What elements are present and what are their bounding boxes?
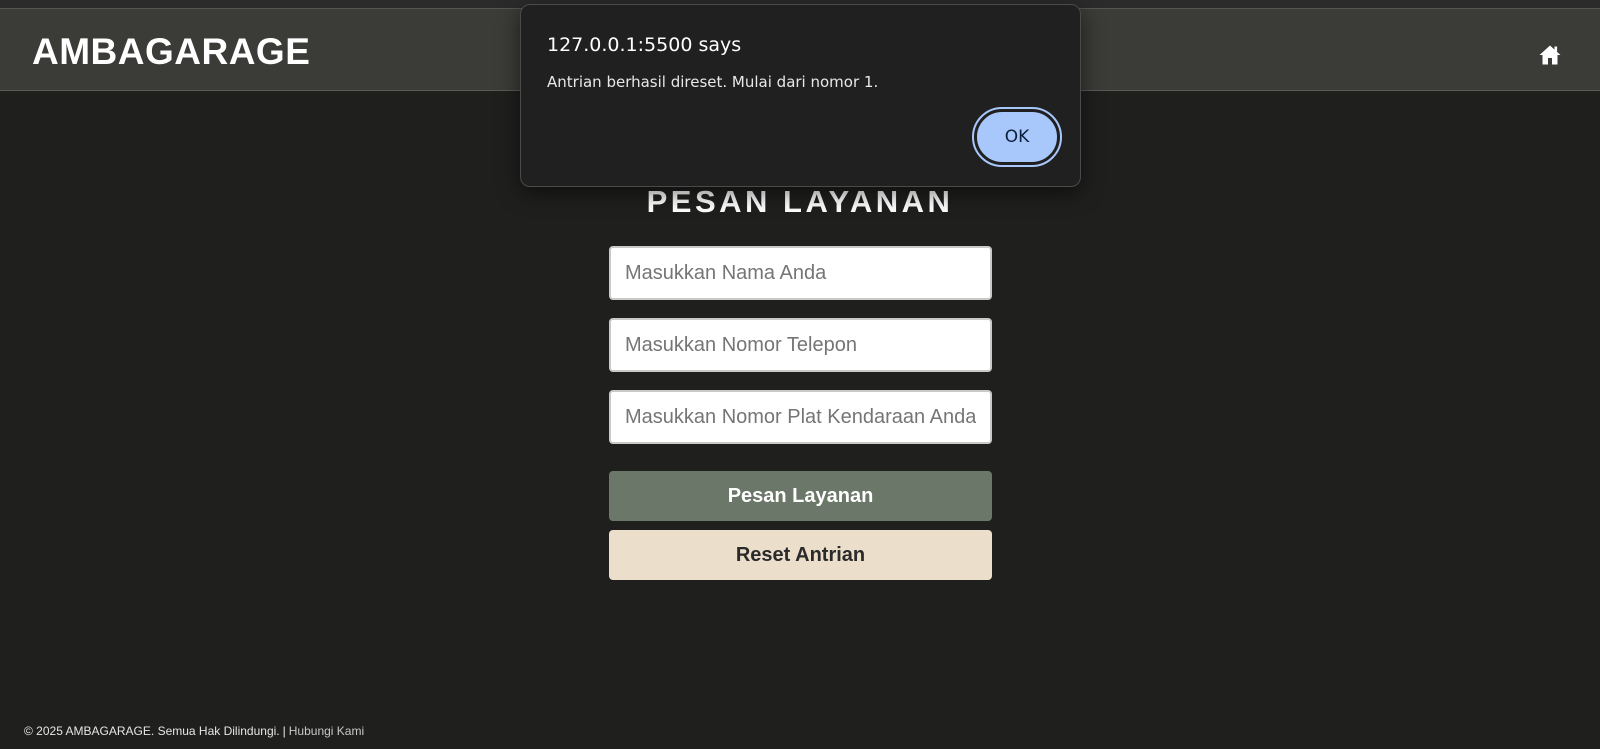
brand-logo[interactable]: AMBAGARAGE [32, 31, 310, 73]
alert-dialog: 127.0.0.1:5500 says Antrian berhasil dir… [520, 4, 1081, 187]
site-footer: © 2025 AMBAGARAGE. Semua Hak Dilindungi.… [24, 724, 364, 738]
home-icon [1539, 45, 1561, 65]
home-button[interactable] [1538, 43, 1562, 67]
reset-queue-button[interactable]: Reset Antrian [609, 530, 992, 580]
plate-number-input[interactable] [609, 390, 992, 444]
dialog-message: Antrian berhasil direset. Mulai dari nom… [547, 73, 879, 91]
dialog-ok-button[interactable]: OK [972, 107, 1062, 167]
copyright-text: © 2025 AMBAGARAGE. Semua Hak Dilindungi. [24, 724, 280, 738]
submit-booking-button[interactable]: Pesan Layanan [609, 471, 992, 521]
phone-input[interactable] [609, 318, 992, 372]
name-input[interactable] [609, 246, 992, 300]
contact-link[interactable]: Hubungi Kami [289, 724, 364, 738]
dialog-origin: 127.0.0.1:5500 says [547, 34, 742, 56]
footer-separator: | [282, 724, 286, 738]
page-title: PESAN LAYANAN [646, 184, 954, 219]
